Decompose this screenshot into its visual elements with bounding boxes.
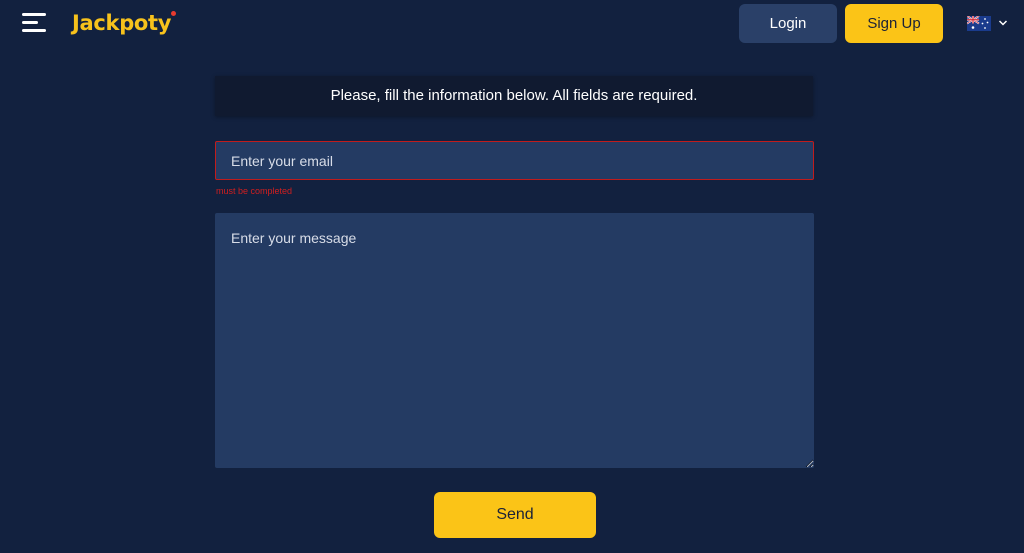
logo-text: Jackpoty	[72, 11, 172, 35]
contact-page: Jackpoty Login Sign Up Please, fill the …	[0, 0, 1024, 553]
site-logo[interactable]: Jackpoty	[72, 9, 177, 37]
flag-australia-icon	[967, 16, 991, 31]
chevron-down-icon	[998, 20, 1008, 26]
email-field[interactable]	[215, 141, 814, 180]
language-selector[interactable]	[967, 14, 1011, 32]
sign-up-button[interactable]: Sign Up	[845, 4, 943, 43]
message-textarea[interactable]	[215, 213, 814, 468]
form-notice: Please, fill the information below. All …	[215, 76, 813, 116]
login-button[interactable]: Login	[739, 4, 837, 43]
email-error-message: must be completed	[216, 186, 293, 196]
hamburger-menu-icon[interactable]	[22, 12, 48, 34]
logo-dot	[171, 11, 177, 16]
send-button[interactable]: Send	[434, 492, 596, 538]
